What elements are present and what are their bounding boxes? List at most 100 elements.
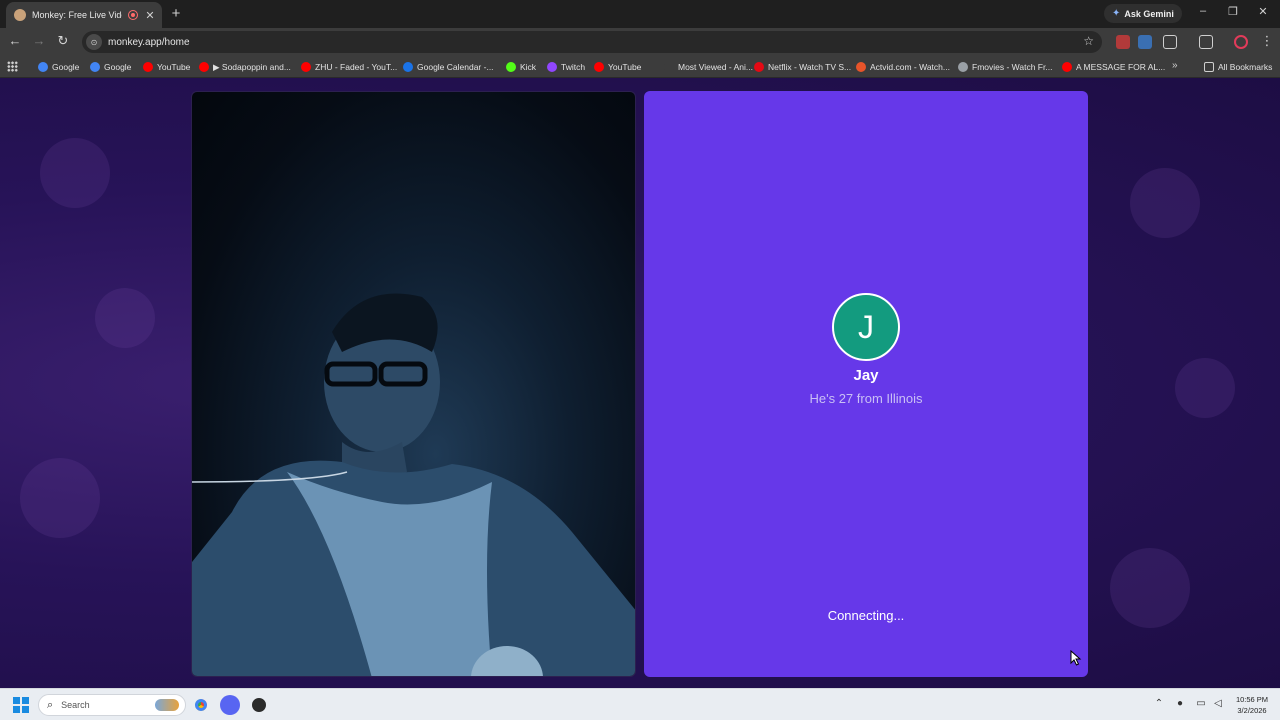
system-clock[interactable]: 10:56 PM 3/2/2026 [1230,694,1274,716]
bookmark-item[interactable]: Actvid.com - Watch... [856,60,950,74]
bookmark-label: Most Viewed - Ani... [678,62,753,72]
screen: Monkey: Free Live Video Ch ✕ + ✦ Ask Gem… [0,0,1280,720]
bookmark-favicon-icon [143,62,153,72]
bookmark-favicon-icon [754,62,764,72]
browser-tab-bar: Monkey: Free Live Video Ch ✕ + ✦ Ask Gem… [0,0,1280,28]
bookmark-item[interactable]: A MESSAGE FOR AL... [1062,60,1165,74]
close-window-button[interactable]: ✕ [1248,5,1278,18]
bookmark-label: Twitch [561,62,586,72]
bookmark-item[interactable]: YouTube [594,60,641,74]
bookmark-item[interactable]: ZHU - Faded - YouT... [301,60,397,74]
extension-badge-icon[interactable] [1116,35,1130,49]
recording-indicator-icon [128,10,138,20]
bookmark-favicon-icon [594,62,604,72]
bookmark-item[interactable]: Google Calendar -... [403,60,494,74]
browser-tab[interactable]: Monkey: Free Live Video Ch ✕ [6,2,162,28]
url-text[interactable]: monkey.app/home [108,37,190,48]
background-bubble [20,458,100,538]
browser-toolbar: ← → ↻ ⊙ monkey.app/home ☆ ⋮ [0,28,1280,56]
chrome-taskbar-icon[interactable] [191,695,211,715]
bookmark-label: ▶ Sodapoppin and... [213,61,291,72]
bookmark-label: Netflix - Watch TV S... [768,62,852,72]
connection-status: Connecting... [827,608,905,623]
microphone-tray-icon[interactable]: ● [1173,698,1187,709]
search-highlight-icon [155,699,179,711]
bookmark-label: Google [52,62,80,72]
background-bubble [95,288,155,348]
tab-close-icon[interactable]: ✕ [144,9,156,22]
forward-button[interactable]: → [30,33,48,48]
bookmark-label: Fmovies - Watch Fr... [972,62,1053,72]
monkey-favicon-icon [14,9,26,21]
minimize-button[interactable]: – [1188,5,1218,17]
profile-avatar-icon[interactable] [1234,35,1248,49]
bookmark-favicon-icon [403,62,413,72]
windows-start-icon[interactable] [13,697,29,713]
taskbar-search[interactable]: ⌕ Search [38,694,186,716]
apps-grid-icon[interactable] [7,61,18,72]
bookmark-favicon-icon [958,62,968,72]
extensions-puzzle-icon[interactable] [1163,35,1177,49]
bookmark-label: Actvid.com - Watch... [870,62,950,72]
bookmark-favicon-icon [1062,62,1072,72]
bookmark-favicon-icon [856,62,866,72]
bookmark-item[interactable]: YouTube [143,60,190,74]
all-bookmarks-button[interactable]: All Bookmarks [1204,60,1272,74]
folder-icon [1204,62,1214,72]
bookmark-favicon-icon [199,62,209,72]
address-bar[interactable]: ⊙ monkey.app/home ☆ [82,31,1102,53]
app-taskbar-icon[interactable] [249,695,269,715]
bookmark-label: Kick [520,62,537,72]
peer-name: Jay [853,367,879,384]
bookmark-label: Google [104,62,132,72]
background-bubble [1175,358,1235,418]
bookmark-label: YouTube [608,62,642,72]
taskbar-search-label: Search [61,700,90,710]
bookmark-label: A MESSAGE FOR AL... [1076,62,1166,72]
bookmarks-overflow-button[interactable]: » [1172,60,1178,71]
bookmark-favicon-icon [664,62,674,72]
site-info-icon[interactable]: ⊙ [86,34,102,50]
clock-time: 10:56 PM [1235,695,1269,704]
camera-silhouette [192,293,635,676]
bookmark-favicon-icon [301,62,311,72]
bookmark-item[interactable]: Fmovies - Watch Fr... [958,60,1052,74]
background-bubble [40,138,110,208]
bookmark-label: ZHU - Faded - YouT... [315,62,398,72]
search-icon: ⌕ [47,698,54,711]
reload-button[interactable]: ↻ [54,33,72,49]
discord-taskbar-icon[interactable] [220,695,240,715]
self-video-feed [191,91,636,677]
clock-date: 3/2/2026 [1237,706,1267,715]
stranger-video-panel: J Jay He's 27 from Illinois Connecting..… [644,91,1088,677]
bookmark-label: YouTube [157,62,191,72]
volume-tray-icon[interactable]: ◁ [1211,698,1225,709]
ask-gemini-button[interactable]: ✦ Ask Gemini [1104,4,1182,23]
bookmarks-bar: Google Google YouTube ▶ Sodapoppin and... ZH… [0,56,1280,78]
tab-title: Monkey: Free Live Video Ch [32,10,122,20]
browser-menu-icon[interactable]: ⋮ [1258,33,1276,49]
gemini-spark-icon: ✦ [1112,8,1121,19]
side-panel-icon[interactable] [1199,35,1213,49]
new-tab-button[interactable]: + [168,5,184,22]
tray-chevron-icon[interactable]: ⌃ [1152,698,1166,709]
back-button[interactable]: ← [6,33,24,48]
extension-counter-icon[interactable] [1138,35,1152,49]
ask-gemini-label: Ask Gemini [1124,8,1174,19]
bookmark-favicon-icon [90,62,100,72]
bookmark-item[interactable]: Most Viewed - Ani... [664,60,753,74]
restore-button[interactable]: ❐ [1218,5,1248,18]
peer-description: He's 27 from Illinois [809,391,923,406]
bookmark-item[interactable]: Google [38,60,79,74]
bookmark-item[interactable]: Kick [506,60,536,74]
bookmark-favicon-icon [506,62,516,72]
bookmark-item[interactable]: ▶ Sodapoppin and... [199,60,291,74]
network-tray-icon[interactable]: ▭ [1194,698,1208,709]
bookmark-star-icon[interactable]: ☆ [1083,34,1094,48]
bookmark-item[interactable]: Google [90,60,131,74]
bookmark-favicon-icon [38,62,48,72]
bookmark-item[interactable]: Netflix - Watch TV S... [754,60,851,74]
windows-taskbar: ⌕ Search ⌃ ● ▭ ◁ 10:56 PM 3/2/2026 [0,688,1280,720]
bookmark-item[interactable]: Twitch [547,60,585,74]
background-bubble [1130,168,1200,238]
